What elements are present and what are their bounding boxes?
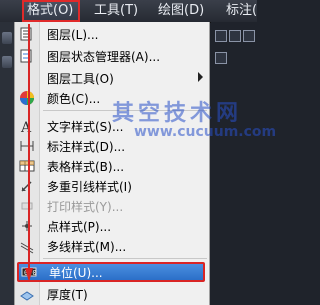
menu-item-label: 图层工具(O) — [47, 72, 114, 86]
toolbar-button-icon[interactable] — [229, 30, 241, 42]
menu-item-label: 单位(U)... — [49, 266, 103, 280]
menu-item-label: 多线样式(M)... — [47, 240, 127, 254]
menu-item-label: 图层(L)... — [47, 28, 99, 42]
menu-item-multileader-style[interactable]: 多重引线样式(I) — [15, 176, 209, 196]
menu-separator — [43, 258, 207, 259]
menu-item-label: 多重引线样式(I) — [47, 180, 132, 194]
menu-item-label: 表格样式(B)... — [47, 160, 125, 174]
menu-item-multiline-style[interactable]: 多线样式(M)... — [15, 236, 209, 256]
thickness-icon — [20, 291, 34, 301]
menu-item-plot-style: 打印样式(Y)... — [15, 196, 209, 216]
menu-item-label: 图层状态管理器(A)... — [47, 50, 161, 64]
menu-item-label: 厚度(T) — [47, 288, 88, 302]
menu-item-thickness[interactable]: 厚度(T) — [15, 284, 209, 304]
menu-bar: 格式(O) 工具(T) 绘图(D) 标注( — [0, 0, 257, 23]
menu-item-label: 标注样式(D)... — [47, 140, 126, 154]
toolbar-button-icon[interactable] — [215, 52, 227, 64]
format-menu-dropdown: 图层(L)... 图层状态管理器(A)... 图层工具(O) 颜色(C)... … — [14, 22, 210, 305]
menu-format[interactable]: 格式(O) — [22, 0, 80, 22]
right-toolbar — [211, 22, 257, 305]
menu-item-label: 颜色(C)... — [47, 92, 101, 106]
menu-item-layer-tools[interactable]: 图层工具(O) — [15, 68, 209, 88]
menu-item-point-style[interactable]: 点样式(P)... — [15, 216, 209, 236]
toolbar-button-icon[interactable] — [243, 30, 255, 42]
menu-dimension[interactable]: 标注( — [226, 0, 257, 22]
watermark-text: 其空技术网 — [112, 100, 243, 126]
menu-draw[interactable]: 绘图(D) — [158, 0, 204, 22]
left-toolbar — [0, 22, 14, 305]
toolbar-button-icon[interactable] — [2, 56, 12, 68]
toolbar-button-icon[interactable] — [215, 30, 227, 42]
menu-item-layer-state-manager[interactable]: 图层状态管理器(A)... — [15, 46, 209, 66]
menu-item-units[interactable]: 0.0 单位(U)... — [17, 262, 205, 282]
menu-item-label: 点样式(P)... — [47, 220, 112, 234]
menu-item-layer[interactable]: 图层(L)... — [15, 24, 209, 44]
menu-tools[interactable]: 工具(T) — [94, 0, 138, 22]
menu-item-label: 打印样式(Y)... — [47, 200, 124, 214]
watermark-url: www.cucuum.com — [134, 124, 277, 140]
callout-arrow — [25, 24, 33, 282]
submenu-arrow-icon — [198, 72, 203, 82]
toolbar-button-icon[interactable] — [2, 32, 12, 44]
menu-item-table-style[interactable]: 表格样式(B)... — [15, 156, 209, 176]
